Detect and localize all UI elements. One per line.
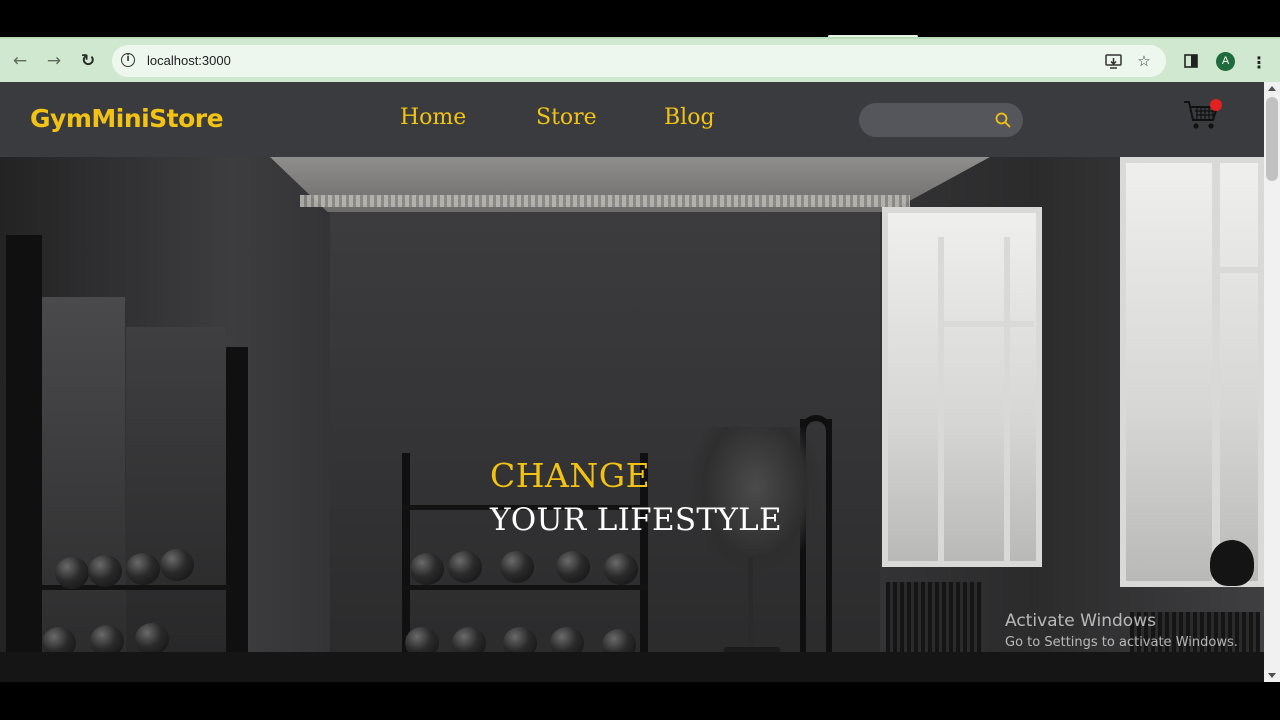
hero-bg-ball (88, 555, 122, 587)
hero-bg-window (882, 207, 1042, 567)
site-header: GymMiniStore Home Store Blog (0, 82, 1264, 157)
site-info-icon[interactable]: i (121, 53, 135, 67)
hero-bg-rack-post-right (226, 347, 248, 682)
hero-bg-ball (135, 623, 169, 655)
nav-blog-link[interactable]: Blog (664, 105, 715, 130)
hero-bg-window-mullion (1004, 237, 1010, 567)
scrollbar-thumb[interactable] (1266, 97, 1278, 181)
hero-bg-cornice (300, 195, 910, 207)
windows-activation-watermark: Activate Windows Go to Settings to activ… (1005, 611, 1238, 653)
hero-bg-rack-post-left (6, 235, 42, 682)
screen-top-bar (0, 0, 1280, 37)
hero-bg-window-mullion (938, 237, 944, 567)
browser-toolbar: ← → ↻ i localhost:3000 ☆ A ⋮ (0, 37, 1280, 82)
cart-badge (1210, 99, 1222, 111)
side-panel-icon[interactable] (1179, 49, 1203, 73)
hero-bg-mirror-left (40, 297, 125, 682)
back-icon[interactable]: ← (8, 49, 32, 73)
hero-bg-ball (604, 553, 638, 585)
screen-bottom-bar (0, 682, 1280, 720)
hero-bg-ball (126, 553, 160, 585)
hero-bg-ball (448, 551, 482, 583)
nav-home-link[interactable]: Home (400, 105, 466, 130)
address-bar[interactable]: i localhost:3000 ☆ (112, 45, 1166, 77)
page-viewport: GymMiniStore Home Store Blog CHANGE YOUR… (0, 82, 1280, 682)
bookmark-star-icon[interactable]: ☆ (1132, 49, 1156, 73)
search-icon[interactable] (995, 112, 1011, 128)
hero-bg-stand (826, 419, 832, 682)
scroll-down-icon[interactable] (1268, 673, 1276, 678)
search-input[interactable] (859, 103, 1023, 137)
watermark-title: Activate Windows (1005, 611, 1156, 631)
reload-icon[interactable]: ↻ (76, 49, 100, 73)
install-app-glyph (1104, 53, 1122, 69)
hero-bg-ball (55, 557, 89, 589)
hero-bg-plant (748, 557, 753, 649)
hero-bg-shelf (402, 585, 648, 590)
scroll-up-icon[interactable] (1268, 86, 1276, 91)
hero-headline-line2: YOUR LIFESTYLE (490, 502, 782, 538)
hero-headline: CHANGE YOUR LIFESTYLE (490, 455, 782, 541)
url-text[interactable]: localhost:3000 (147, 53, 231, 68)
hero-bg-ball (410, 553, 444, 585)
hero-bg-window (1120, 157, 1264, 587)
more-vert-icon[interactable]: ⋮ (1251, 52, 1267, 72)
profile-avatar[interactable]: A (1216, 52, 1235, 71)
hero-bg-vase (1210, 540, 1254, 586)
brand-logo[interactable]: GymMiniStore (30, 104, 224, 133)
install-app-icon[interactable] (1101, 49, 1125, 73)
hero-bg-ball (500, 551, 534, 583)
forward-icon[interactable]: → (42, 49, 66, 73)
hero-bg-ball (556, 551, 590, 583)
side-panel-glyph (1184, 54, 1198, 68)
nav-store-link[interactable]: Store (536, 105, 597, 130)
hero-bg-window-mullion (1212, 157, 1220, 582)
hero-bg-ball (160, 549, 194, 581)
hero-bg-floor (0, 652, 1264, 682)
hero-bg-window-mullion (1212, 267, 1264, 273)
watermark-subtitle: Go to Settings to activate Windows. (1005, 635, 1238, 650)
hero-bg-window-mullion (938, 321, 1034, 327)
hero-banner: CHANGE YOUR LIFESTYLE (0, 157, 1264, 682)
hero-headline-line1: CHANGE (490, 456, 651, 495)
page-scrollbar[interactable] (1264, 82, 1280, 682)
